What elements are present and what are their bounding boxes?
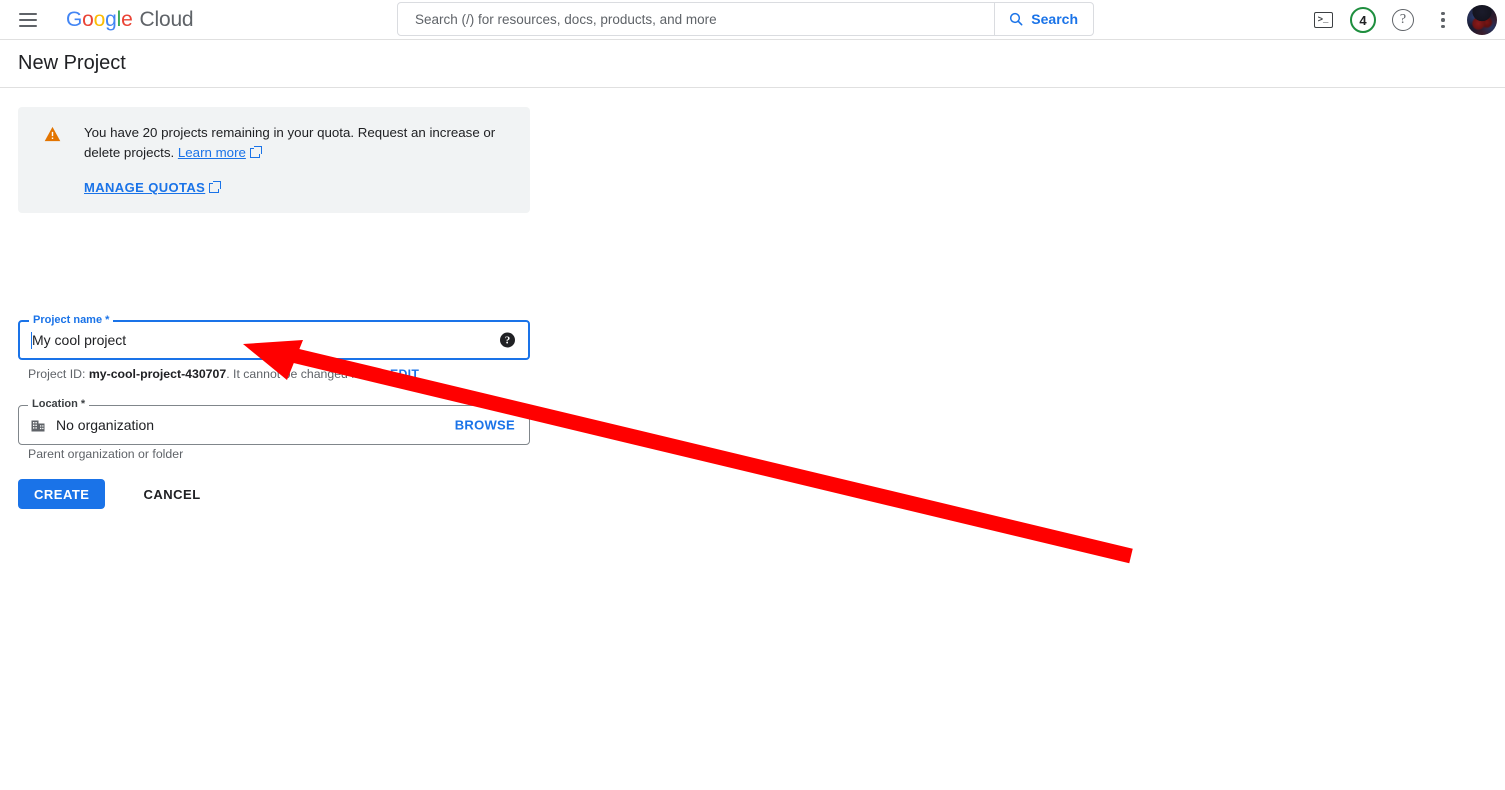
external-link-icon [249, 146, 262, 158]
dot [1441, 18, 1445, 22]
manage-quotas-link[interactable]: MANAGE QUOTAS [84, 180, 222, 195]
header-actions: >_ 4 ? [1303, 0, 1497, 40]
edit-project-id-link[interactable]: EDIT [390, 367, 419, 381]
cloud-shell-button[interactable]: >_ [1303, 0, 1343, 40]
location-field[interactable]: Location * No organization BROWSE [18, 398, 530, 445]
location-label: Location * [28, 398, 90, 410]
search-icon [1010, 12, 1023, 26]
cancel-button[interactable]: CANCEL [127, 479, 216, 509]
alert-message-text: You have 20 projects remaining in your q… [84, 125, 496, 160]
hamburger-bar [19, 18, 37, 21]
help-glyph: ? [1399, 12, 1407, 27]
project-id-helper: Project ID: my-cool-project-430707. It c… [28, 367, 419, 381]
terminal-glyph: >_ [1317, 14, 1329, 25]
project-name-value: My cool project [32, 332, 127, 348]
alert-message: You have 20 projects remaining in your q… [84, 123, 514, 163]
search-input[interactable] [398, 10, 995, 28]
search-button[interactable]: Search [994, 3, 1093, 35]
learn-more-link[interactable]: Learn more [178, 145, 246, 160]
alert-text-column: You have 20 projects remaining in your q… [84, 123, 514, 197]
dot [1441, 24, 1445, 29]
project-name-field[interactable]: Project name * My cool project ? [18, 314, 530, 360]
terminal-icon: >_ [1313, 12, 1333, 28]
hamburger-menu-icon[interactable] [12, 4, 44, 36]
google-wordmark: Google [66, 7, 133, 31]
help-circle-icon: ? [1392, 9, 1414, 31]
hamburger-bar [19, 24, 37, 27]
warning-triangle-icon [35, 123, 69, 142]
search-button-label: Search [1031, 11, 1078, 27]
project-name-label: Project name * [29, 314, 114, 326]
cloud-wordmark: Cloud [139, 7, 194, 31]
dot [1441, 11, 1445, 16]
page-header: New Project [0, 40, 1505, 88]
project-id-value: my-cool-project-430707 [88, 367, 227, 381]
three-dot-menu-icon [1441, 11, 1445, 29]
project-id-prefix: Project ID: [28, 367, 89, 381]
page-title: New Project [18, 52, 126, 74]
quota-alert-banner: You have 20 projects remaining in your q… [18, 107, 530, 213]
browse-location-button[interactable]: BROWSE [455, 418, 515, 433]
create-button[interactable]: CREATE [18, 479, 106, 509]
external-link-icon [209, 181, 222, 193]
project-id-suffix: . It cannot be changed later. [226, 367, 378, 381]
user-avatar[interactable] [1467, 5, 1497, 35]
manage-quotas-label: MANAGE QUOTAS [84, 180, 206, 195]
more-options-button[interactable] [1423, 0, 1463, 40]
google-cloud-logo[interactable]: Google Cloud [66, 7, 194, 32]
hamburger-bar [19, 12, 37, 15]
help-glyph: ? [504, 334, 511, 346]
notification-count-badge: 4 [1350, 7, 1376, 33]
location-helper-text: Parent organization or folder [28, 447, 184, 461]
form-actions: CREATE CANCEL [18, 479, 217, 509]
location-value: No organization [56, 417, 155, 433]
help-button[interactable]: ? [1383, 0, 1423, 40]
global-search-bar[interactable]: Search [397, 2, 1094, 36]
project-name-help-icon[interactable]: ? [500, 332, 515, 348]
top-app-bar: Google Cloud Search >_ 4 ? [0, 0, 1505, 40]
notifications-button[interactable]: 4 [1343, 0, 1383, 40]
organization-building-icon [31, 418, 45, 432]
